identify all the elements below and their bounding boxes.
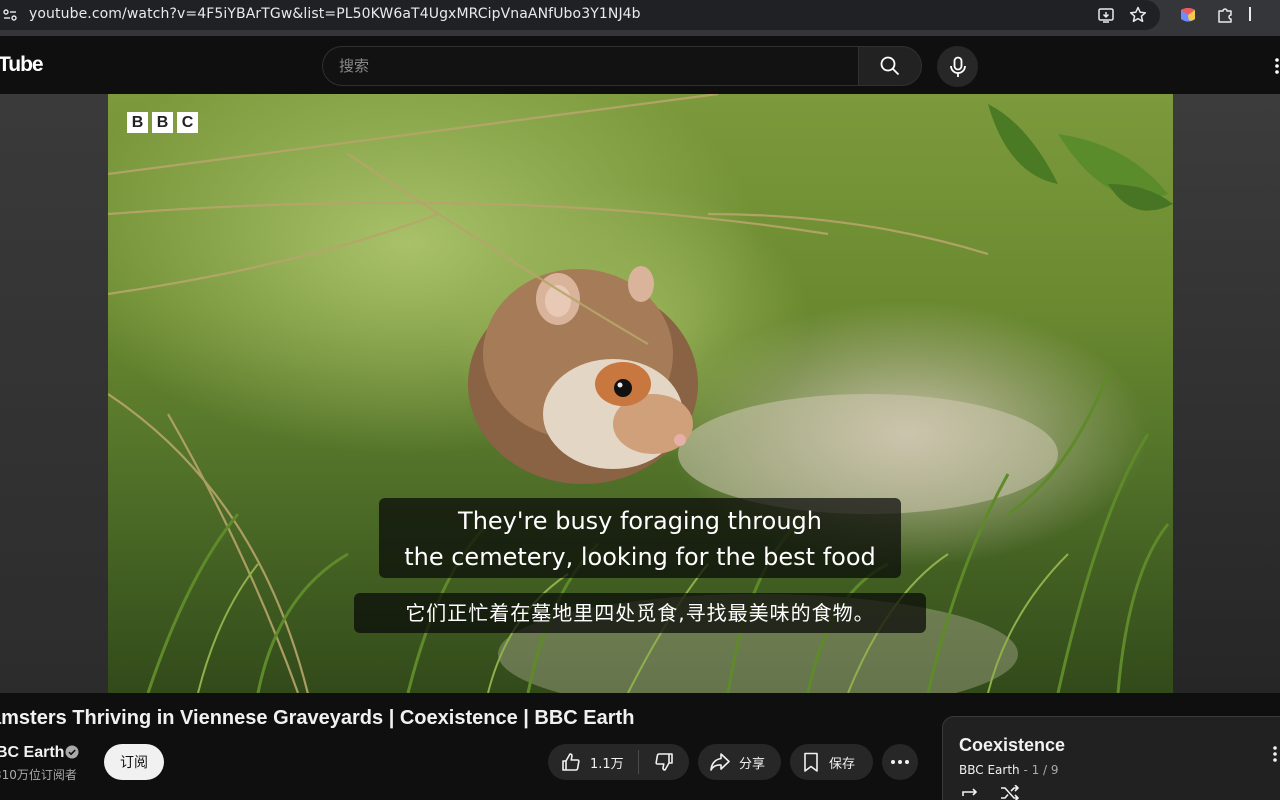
more-actions-button[interactable] [882, 744, 918, 780]
playlist-panel: Coexistence BBC Earth - 1 / 9 [942, 716, 1280, 800]
bbc-logo: B B C [127, 112, 198, 133]
loop-icon[interactable] [959, 787, 981, 800]
settings-more-icon[interactable] [1274, 56, 1280, 76]
like-dislike-group: 1.1万 [548, 744, 689, 780]
browser-toolbar: youtube.com/watch?v=4F5iYBArTGw&list=PL5… [0, 0, 1280, 36]
voice-search-button[interactable] [937, 46, 978, 87]
caption-line-2: the cemetery, looking for the best food [404, 543, 876, 571]
playlist-owner[interactable]: BBC Earth [959, 763, 1020, 777]
logo-letter: C [177, 112, 198, 133]
search-button[interactable] [858, 46, 922, 86]
like-button[interactable]: 1.1万 [548, 744, 638, 780]
playlist-title[interactable]: Coexistence [959, 735, 1065, 756]
video-player[interactable]: B B C They're busy foraging through the … [108, 94, 1173, 693]
browser-menu-icon[interactable] [1248, 5, 1252, 23]
profile-extension-icon[interactable] [1178, 5, 1198, 25]
bookmark-star-icon[interactable] [1128, 5, 1148, 25]
subscriber-count: 310万位订阅者 [0, 768, 77, 782]
install-app-icon[interactable] [1096, 5, 1116, 25]
caption-line-1: They're busy foraging through [458, 507, 822, 535]
verified-icon [65, 745, 79, 759]
site-info-icon[interactable] [2, 7, 18, 23]
thumbs-up-icon [562, 753, 580, 771]
shuffle-icon[interactable] [999, 785, 1021, 800]
logo-letter: B [127, 112, 148, 133]
bookmark-icon [804, 752, 818, 772]
search-input[interactable] [323, 47, 859, 85]
search-icon [880, 56, 900, 76]
more-horizontal-icon [891, 760, 909, 764]
playlist-meta: BBC Earth - 1 / 9 [959, 763, 1059, 777]
youtube-header: Tube [0, 36, 1280, 94]
extensions-icon[interactable] [1215, 5, 1235, 25]
share-label: 分享 [739, 756, 766, 772]
save-label: 保存 [829, 756, 856, 772]
search-box[interactable] [322, 46, 859, 86]
save-button[interactable]: 保存 [790, 744, 873, 780]
microphone-icon [949, 56, 966, 77]
address-bar[interactable]: youtube.com/watch?v=4F5iYBArTGw&list=PL5… [0, 0, 1160, 30]
subscribe-button[interactable]: 订阅 [104, 744, 164, 780]
video-title: amsters Thriving in Viennese Graveyards … [0, 707, 635, 729]
youtube-logo[interactable]: Tube [0, 53, 44, 77]
player-backdrop-right [1173, 94, 1280, 693]
thumbs-down-icon [655, 753, 673, 771]
playlist-position: - 1 / 9 [1019, 763, 1059, 777]
share-arrow-icon [710, 753, 730, 771]
logo-letter: B [152, 112, 173, 133]
url-text[interactable]: youtube.com/watch?v=4F5iYBArTGw&list=PL5… [29, 6, 641, 22]
playlist-more-icon[interactable] [1273, 745, 1277, 763]
player-backdrop-left [0, 94, 108, 693]
channel-name[interactable]: BC Earth [0, 744, 64, 762]
caption-english: They're busy foraging through the cemete… [379, 498, 901, 578]
dislike-button[interactable] [639, 744, 689, 780]
like-count: 1.1万 [590, 756, 624, 772]
share-button[interactable]: 分享 [698, 744, 781, 780]
caption-chinese: 它们正忙着在墓地里四处觅食,寻找最美味的食物。 [354, 593, 926, 633]
